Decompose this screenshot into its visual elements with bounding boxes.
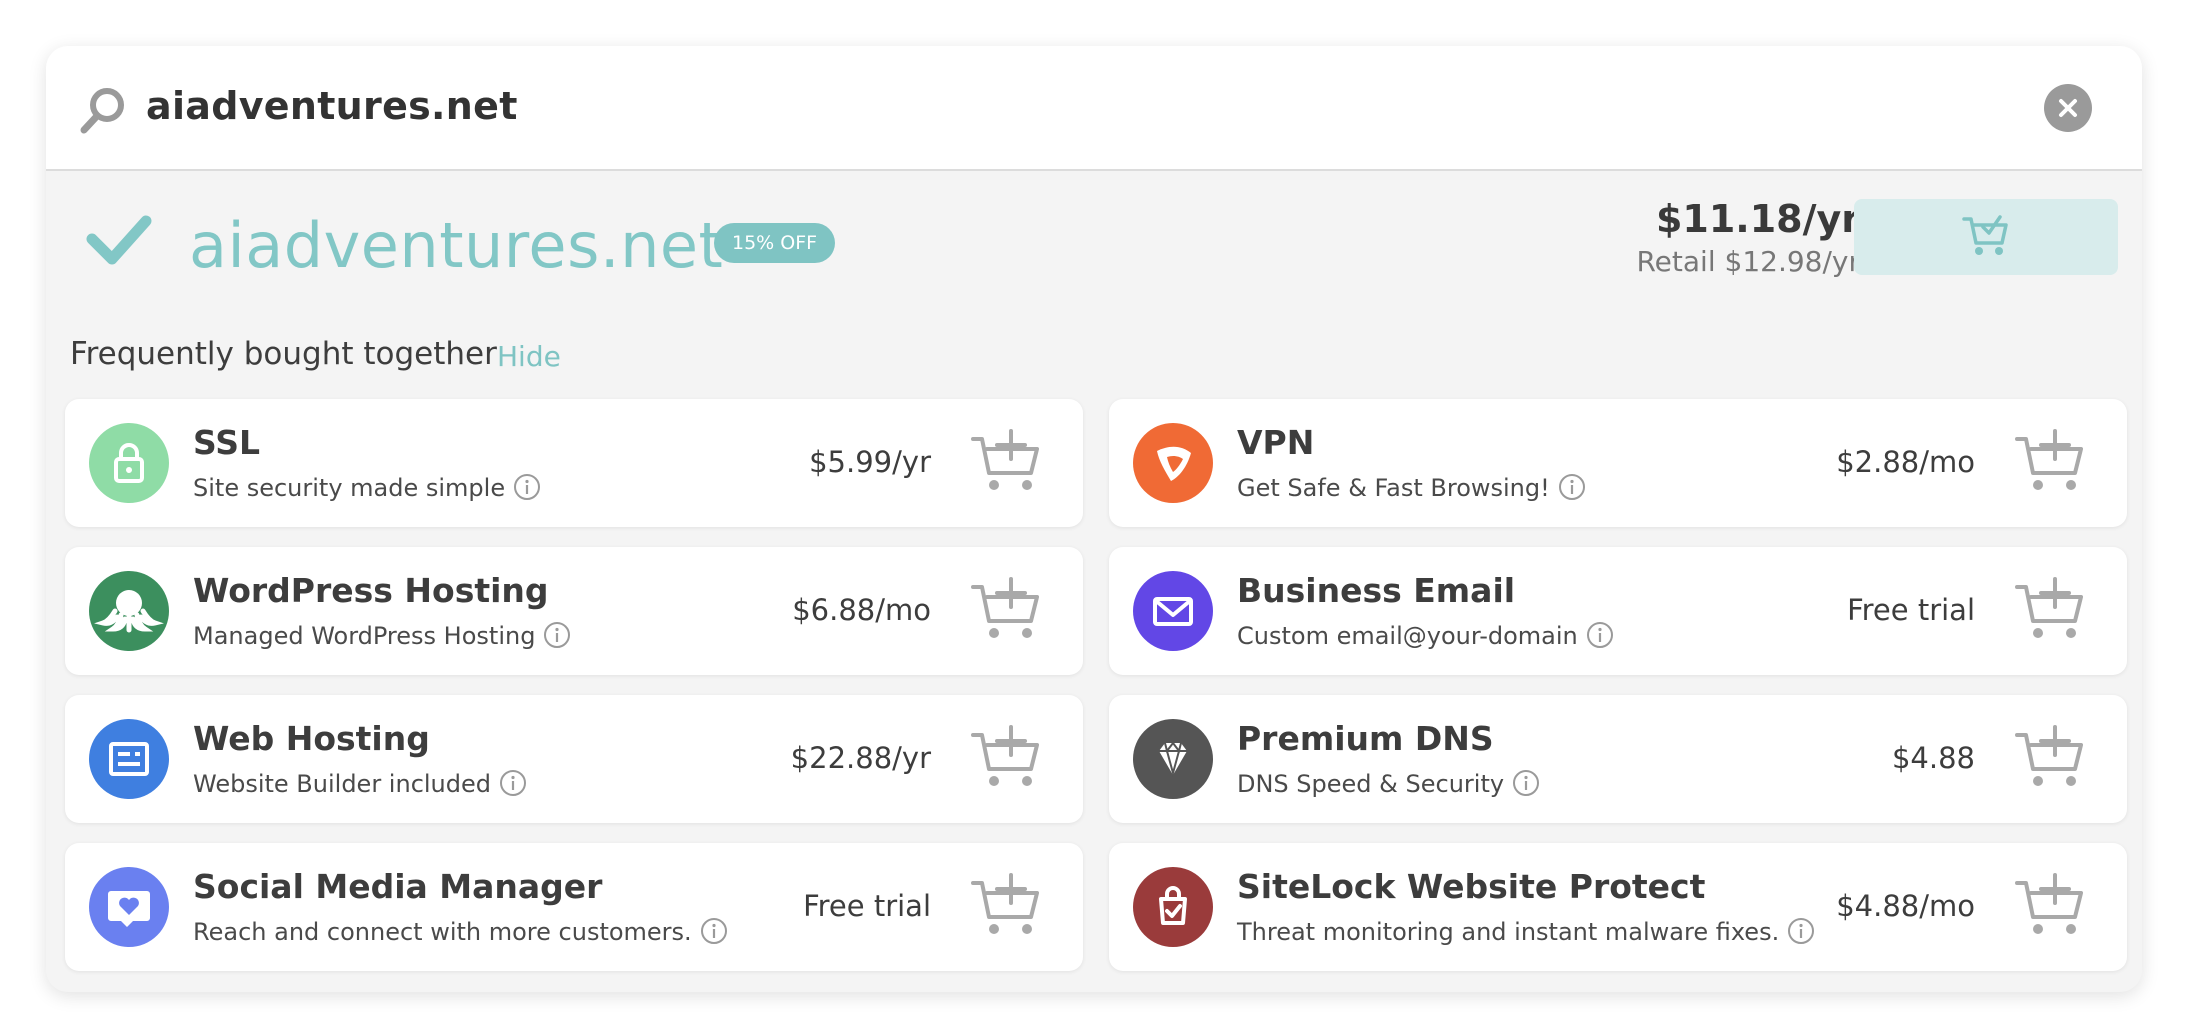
info-icon[interactable] <box>1558 473 1586 501</box>
envelope-icon <box>1133 571 1213 651</box>
product-price: $6.88/mo <box>792 593 931 627</box>
hide-link[interactable]: Hide <box>497 340 561 373</box>
product-price: Free trial <box>1847 593 1975 627</box>
product-name: WordPress Hosting <box>193 571 549 610</box>
product-description-text: Reach and connect with more customers. <box>193 918 692 946</box>
discount-badge: 15% OFF <box>714 223 836 263</box>
clear-search-button[interactable] <box>2044 84 2092 132</box>
product-price: $22.88/yr <box>790 741 931 775</box>
product-card-social-media-manager: Social Media Manager Reach and connect wi… <box>65 843 1083 971</box>
product-card-premium-dns: Premium DNS DNS Speed & Security $4.88 <box>1109 695 2127 823</box>
product-price: $2.88/mo <box>1836 445 1975 479</box>
add-to-cart-button[interactable] <box>2015 429 2087 495</box>
frequently-bought-title: Frequently bought together <box>70 336 497 372</box>
add-to-cart-button[interactable] <box>971 429 1043 495</box>
product-description: DNS Speed & Security <box>1237 770 1540 799</box>
product-description-text: Custom email@your-domain <box>1237 622 1578 650</box>
domain-price: $11.18/yr <box>1655 197 1860 241</box>
add-to-cart-button[interactable] <box>971 577 1043 643</box>
product-name: VPN <box>1237 423 1315 462</box>
product-card-vpn: VPN Get Safe & Fast Browsing! $2.88/mo <box>1109 399 2127 527</box>
octopus-icon <box>89 571 169 651</box>
search-bar: aiadventures.net <box>46 46 2142 171</box>
domain-name: aiadventures.net <box>189 209 724 282</box>
add-to-cart-button[interactable] <box>2015 873 2087 939</box>
add-to-cart-button[interactable] <box>2015 725 2087 791</box>
search-icon <box>76 84 130 138</box>
product-price: Free trial <box>803 889 931 923</box>
add-to-cart-button[interactable] <box>2015 577 2087 643</box>
product-description: Custom email@your-domain <box>1237 622 1614 651</box>
domain-search-panel: aiadventures.net aiadventures.net 15% OF… <box>46 46 2142 992</box>
search-input[interactable]: aiadventures.net <box>146 84 518 128</box>
add-to-cart-button[interactable] <box>971 873 1043 939</box>
retail-price: Retail $12.98/yr <box>1636 245 1860 278</box>
info-icon[interactable] <box>1787 917 1815 945</box>
product-price: $4.88/mo <box>1836 889 1975 923</box>
product-price: $4.88 <box>1891 741 1975 775</box>
website-icon <box>89 719 169 799</box>
vpn-shield-icon <box>1133 423 1213 503</box>
product-name: SSL <box>193 423 261 462</box>
info-icon[interactable] <box>700 917 728 945</box>
info-icon[interactable] <box>543 621 571 649</box>
product-name: SiteLock Website Protect <box>1237 867 1706 906</box>
product-description-text: DNS Speed & Security <box>1237 770 1505 798</box>
info-icon[interactable] <box>1586 621 1614 649</box>
product-description: Site security made simple <box>193 474 541 503</box>
product-description: Managed WordPress Hosting <box>193 622 571 651</box>
add-to-cart-button[interactable] <box>971 725 1043 791</box>
info-icon[interactable] <box>1512 769 1540 797</box>
product-description: Get Safe & Fast Browsing! <box>1237 474 1586 503</box>
product-name: Social Media Manager <box>193 867 603 906</box>
product-grid: SSL Site security made simple $5.99/yr VPN G… <box>65 399 2127 979</box>
close-icon <box>2059 99 2077 117</box>
product-name: Web Hosting <box>193 719 430 758</box>
product-card-ssl: SSL Site security made simple $5.99/yr <box>65 399 1083 527</box>
product-card-wordpress-hosting: WordPress Hosting Managed WordPress Hosti… <box>65 547 1083 675</box>
product-description-text: Site security made simple <box>193 474 506 502</box>
checkmark-icon <box>86 213 152 273</box>
product-price: $5.99/yr <box>809 445 931 479</box>
product-description: Threat monitoring and instant malware fi… <box>1237 918 1815 947</box>
info-icon[interactable] <box>513 473 541 501</box>
product-description-text: Threat monitoring and instant malware fi… <box>1237 918 1780 946</box>
product-name: Premium DNS <box>1237 719 1494 758</box>
product-description-text: Get Safe & Fast Browsing! <box>1237 474 1550 502</box>
product-card-sitelock-website-protect: SiteLock Website Protect Threat monitorin… <box>1109 843 2127 971</box>
add-domain-to-cart-button[interactable] <box>1854 199 2118 275</box>
product-description: Website Builder included <box>193 770 527 799</box>
heart-chat-icon <box>89 867 169 947</box>
info-icon[interactable] <box>499 769 527 797</box>
product-description-text: Website Builder included <box>193 770 491 798</box>
shield-check-icon <box>1133 867 1213 947</box>
product-name: Business Email <box>1237 571 1516 610</box>
domain-result: aiadventures.net 15% OFF $11.18/yr Retai… <box>46 173 2142 343</box>
lock-icon <box>89 423 169 503</box>
cart-check-icon <box>1962 215 2008 255</box>
diamond-icon <box>1133 719 1213 799</box>
product-description: Reach and connect with more customers. <box>193 918 728 947</box>
product-description-text: Managed WordPress Hosting <box>193 622 536 650</box>
product-card-web-hosting: Web Hosting Website Builder included $22.8… <box>65 695 1083 823</box>
product-card-business-email: Business Email Custom email@your-domain Fr… <box>1109 547 2127 675</box>
